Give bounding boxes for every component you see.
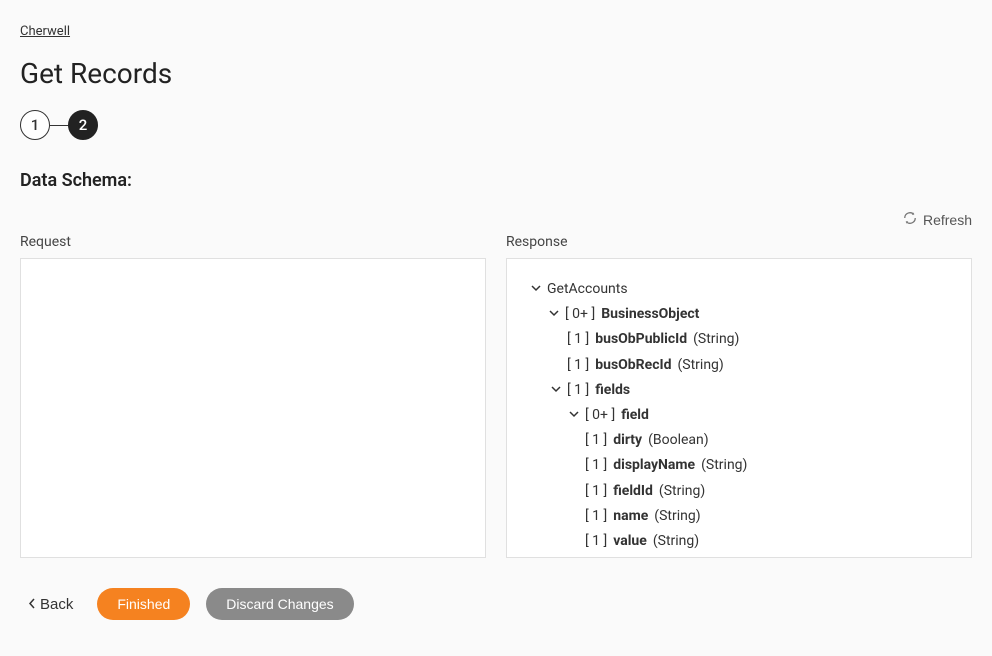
tree-row: [ 1 ] displayName (String) [519, 453, 959, 478]
node-name: fields [595, 378, 630, 403]
cardinality: [ 1 ] [567, 353, 589, 378]
chevron-down-icon [569, 403, 579, 428]
tree-row[interactable]: [ 1 ] fields [519, 378, 959, 403]
refresh-label: Refresh [923, 212, 972, 228]
node-label: GetAccounts [547, 277, 628, 302]
tree-row: [ 1 ] value (String) [519, 529, 959, 554]
chevron-down-icon [531, 277, 541, 302]
node-type: (String) [677, 353, 723, 378]
node-name: BusinessObject [601, 302, 699, 327]
node-type: (Boolean) [648, 428, 709, 453]
page-title: Get Records [20, 57, 972, 90]
node-type: (String) [653, 529, 699, 554]
response-panel: GetAccounts [ 0+ ] BusinessObject [ 1 ] … [506, 258, 972, 558]
chevron-down-icon [551, 378, 561, 403]
finished-button[interactable]: Finished [97, 588, 190, 620]
chevron-down-icon [549, 302, 559, 327]
tree-row: [ 1 ] busObRecId (String) [519, 353, 959, 378]
breadcrumb-cherwell[interactable]: Cherwell [20, 24, 70, 39]
node-name: field [621, 403, 649, 428]
tree-row[interactable]: GetAccounts [519, 277, 959, 302]
tree-row[interactable]: [ 0+ ] BusinessObject [519, 302, 959, 327]
node-name: fieldId [613, 479, 653, 504]
cardinality: [ 1 ] [585, 504, 607, 529]
tree-row: [ 1 ] dirty (Boolean) [519, 428, 959, 453]
tree-row: [ 1 ] fieldId (String) [519, 479, 959, 504]
node-type: (String) [654, 504, 700, 529]
node-type: (String) [693, 327, 739, 352]
chevron-left-icon [28, 596, 35, 613]
schema-tree: GetAccounts [ 0+ ] BusinessObject [ 1 ] … [519, 277, 959, 554]
request-panel [20, 258, 486, 558]
tree-row: [ 1 ] busObPublicId (String) [519, 327, 959, 352]
back-label: Back [40, 596, 73, 613]
cardinality: [ 1 ] [585, 529, 607, 554]
node-name: busObRecId [595, 353, 671, 378]
node-type: (String) [701, 453, 747, 478]
section-title: Data Schema: [20, 170, 972, 191]
node-name: busObPublicId [595, 327, 687, 352]
step-2[interactable]: 2 [68, 110, 98, 140]
step-connector [50, 125, 68, 126]
stepper: 1 2 [20, 110, 972, 140]
refresh-icon [903, 211, 917, 228]
node-name: displayName [613, 453, 695, 478]
cardinality: [ 1 ] [567, 327, 589, 352]
node-name: dirty [613, 428, 642, 453]
refresh-button[interactable]: Refresh [903, 211, 972, 228]
tree-row: [ 1 ] name (String) [519, 504, 959, 529]
response-label: Response [506, 234, 972, 250]
footer: Back Finished Discard Changes [20, 588, 972, 620]
cardinality: [ 1 ] [585, 428, 607, 453]
cardinality: [ 0+ ] [565, 302, 595, 327]
request-label: Request [20, 234, 486, 250]
cardinality: [ 1 ] [585, 453, 607, 478]
node-name: value [613, 529, 647, 554]
cardinality: [ 1 ] [567, 378, 589, 403]
cardinality: [ 0+ ] [585, 403, 615, 428]
step-1[interactable]: 1 [20, 110, 50, 140]
tree-row[interactable]: [ 0+ ] field [519, 403, 959, 428]
cardinality: [ 1 ] [585, 479, 607, 504]
node-type: (String) [659, 479, 705, 504]
node-name: name [613, 504, 648, 529]
back-button[interactable]: Back [20, 596, 81, 613]
discard-button[interactable]: Discard Changes [206, 588, 353, 620]
